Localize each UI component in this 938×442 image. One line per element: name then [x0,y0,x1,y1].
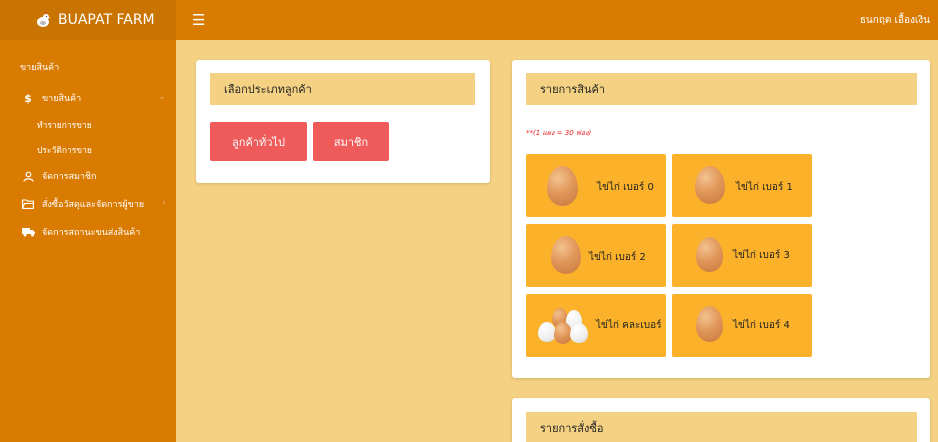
folder-icon [20,199,36,209]
sidebar-item-sales[interactable]: $ ขายสินค้า ⌄ [0,84,176,112]
sidebar-item-purchasing[interactable]: สั่งซื้อวัสดุและจัดการผู้ขาย › [0,190,176,218]
product-label: ไข่ไก่ เบอร์ 3 [733,250,790,261]
pack-note: **(1 แผง = 30 ฟอง) [526,129,592,137]
brand-name: BUAPAT FARM [58,12,155,28]
chicken-logo-icon [34,11,54,29]
chevron-down-icon: ⌄ [158,92,166,102]
sidebar: ขายสินค้า $ ขายสินค้า ⌄ ทำรายการขาย ประว… [0,40,176,442]
product-label: ไข่ไก่ เบอร์ 4 [733,320,790,331]
egg-icon [696,237,723,272]
sidebar-item-members[interactable]: จัดการสมาชิก [0,162,176,190]
brand[interactable]: BUAPAT FARM [0,0,176,40]
product-egg-size-4[interactable]: ไข่ไก่ เบอร์ 4 [672,294,812,357]
truck-icon [20,227,36,237]
top-navbar: ☰ ธนกฤต เอื้องเงิน [176,0,938,40]
customer-type-title: เลือกประเภทลูกค้า [210,73,475,105]
sidebar-item-label: จัดการสมาชิก [42,172,97,182]
egg-icon [695,166,725,204]
sidebar-subitem-make-sale[interactable]: ทำรายการขาย [0,112,176,137]
product-list-card: รายการสินค้า **(1 แผง = 30 ฟอง) ไข่ไก่ เ… [512,60,930,378]
sidebar-item-label: จัดการสถานะขนส่งสินค้า [42,228,141,238]
product-label: ไข่ไก่ เบอร์ 1 [736,182,793,193]
egg-icon [696,306,723,342]
egg-icon [551,236,581,274]
product-label: ไข่ไก่ เบอร์ 0 [597,182,654,193]
hamburger-icon[interactable]: ☰ [192,12,205,28]
chevron-right-icon: › [162,198,166,208]
eggs-mixed-icon [538,308,594,344]
order-list-card: รายการสั่งซื้อ [512,398,930,442]
product-egg-size-1[interactable]: ไข่ไก่ เบอร์ 1 [672,154,812,217]
sidebar-item-label: สั่งซื้อวัสดุและจัดการผู้ขาย [42,200,145,210]
dollar-icon: $ [24,91,32,105]
product-egg-size-3[interactable]: ไข่ไก่ เบอร์ 3 [672,224,812,287]
sidebar-item-shipping[interactable]: จัดการสถานะขนส่งสินค้า [0,218,176,246]
egg-icon [547,166,578,206]
general-customer-button[interactable]: ลูกค้าทั่วไป [210,122,307,161]
user-name[interactable]: ธนกฤต เอื้องเงิน [860,13,930,28]
sidebar-item-label: ขายสินค้า [42,94,82,104]
product-egg-mixed[interactable]: ไข่ไก่ คละเบอร์ [526,294,666,357]
product-label: ไข่ไก่ คละเบอร์ [596,320,662,331]
product-list-title: รายการสินค้า [526,73,917,105]
order-list-title: รายการสั่งซื้อ [526,412,917,442]
member-button[interactable]: สมาชิก [313,122,389,161]
sidebar-header: ขายสินค้า [20,63,60,73]
product-egg-size-2[interactable]: ไข่ไก่ เบอร์ 2 [526,224,666,287]
sidebar-subitem-sales-history[interactable]: ประวัติการขาย [0,137,176,162]
product-label: ไข่ไก่ เบอร์ 2 [589,252,646,263]
user-icon [20,171,36,182]
product-egg-size-0[interactable]: ไข่ไก่ เบอร์ 0 [526,154,666,217]
customer-type-card: เลือกประเภทลูกค้า ลูกค้าทั่วไป สมาชิก [196,60,490,183]
